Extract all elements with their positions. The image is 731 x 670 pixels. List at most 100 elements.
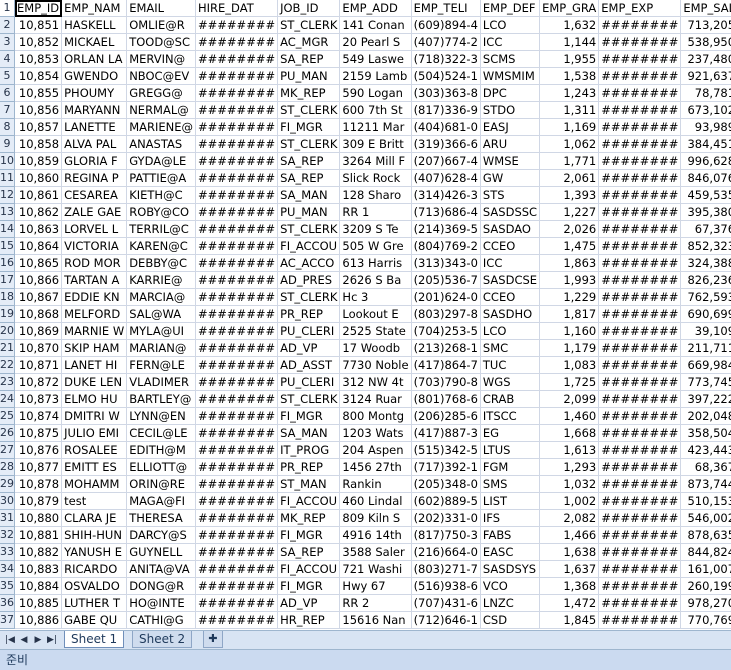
cell[interactable]: (201)624-0 [411, 288, 481, 306]
cell[interactable]: 1,062 [539, 135, 600, 153]
cell[interactable]: SHIH-HUN [61, 526, 128, 544]
cell[interactable]: VICTORIA [61, 237, 128, 255]
cell[interactable]: 1203 Wats [339, 424, 412, 442]
cell[interactable]: ######## [598, 50, 682, 68]
cell[interactable]: ANITA@VA [126, 560, 197, 578]
cell[interactable]: 10,858 [14, 135, 63, 153]
cell[interactable]: REGINA P [61, 169, 128, 187]
cell[interactable]: ######## [195, 254, 279, 272]
row-header[interactable]: 27 [0, 441, 15, 459]
cell[interactable]: ######## [195, 152, 279, 170]
row-header[interactable]: 30 [0, 492, 15, 510]
cell[interactable]: ######## [195, 220, 279, 238]
cell[interactable]: AD_VP [277, 594, 341, 612]
cell[interactable]: 10,872 [14, 373, 63, 391]
cell[interactable]: ######## [195, 50, 279, 68]
cell[interactable]: FI_MGR [277, 577, 341, 595]
cell[interactable]: ######## [598, 577, 682, 595]
cell[interactable]: (314)426-3 [411, 186, 481, 204]
cell[interactable]: 10,851 [14, 16, 63, 34]
column-header-cell[interactable]: EMP_EXP [598, 0, 682, 17]
cell[interactable]: LCO [480, 16, 541, 34]
cell[interactable]: 3588 Saler [339, 543, 412, 561]
cell[interactable]: (515)342-5 [411, 441, 481, 459]
cell[interactable]: 10,879 [14, 492, 63, 510]
cell[interactable]: RICARDO [61, 560, 128, 578]
cell[interactable]: SASDHO [480, 305, 541, 323]
cell[interactable]: LANET HI [61, 356, 128, 374]
row-header[interactable]: 34 [0, 560, 15, 578]
cell[interactable]: 39,109 [680, 322, 731, 340]
cell[interactable]: 613 Harris [339, 254, 412, 272]
cell[interactable]: FI_MGR [277, 118, 341, 136]
row-header[interactable]: 23 [0, 373, 15, 391]
cell[interactable]: 93,989 [680, 118, 731, 136]
cell[interactable]: ELLIOTT@ [126, 458, 197, 476]
cell[interactable]: 1,993 [539, 271, 600, 289]
cell[interactable]: FI_MGR [277, 407, 341, 425]
cell[interactable]: 10,853 [14, 50, 63, 68]
cell[interactable]: ######## [598, 16, 682, 34]
cell[interactable]: TOOD@SC [126, 33, 197, 51]
cell[interactable]: 10,862 [14, 203, 63, 221]
cell[interactable]: MARIAN@ [126, 339, 197, 357]
cell[interactable]: 10,860 [14, 169, 63, 187]
cell[interactable]: 590 Logan [339, 84, 412, 102]
cell[interactable]: 10,864 [14, 237, 63, 255]
row-header[interactable]: 7 [0, 101, 15, 119]
row-header[interactable]: 8 [0, 118, 15, 136]
column-header-cell[interactable]: EMP_ID [14, 0, 63, 17]
cell[interactable]: 721 Washi [339, 560, 412, 578]
cell[interactable]: 202,048 [680, 407, 731, 425]
cell[interactable]: ######## [598, 152, 682, 170]
cell[interactable]: ######## [598, 543, 682, 561]
cell[interactable]: SASDSYS [480, 560, 541, 578]
cell[interactable]: 312 NW 4t [339, 373, 412, 391]
cell[interactable]: CLARA JE [61, 509, 128, 527]
cell[interactable]: PR_REP [277, 458, 341, 476]
cell[interactable]: (313)343-0 [411, 254, 481, 272]
row-header[interactable]: 3 [0, 33, 15, 51]
cell[interactable]: 10,884 [14, 577, 63, 595]
cell[interactable]: 2,061 [539, 169, 600, 187]
cell[interactable]: ######## [195, 509, 279, 527]
tab-sheet-1[interactable]: Sheet 1 [64, 631, 125, 648]
insert-sheet-icon[interactable]: ✚ [203, 631, 223, 648]
cell[interactable]: THERESA [126, 509, 197, 527]
cell[interactable]: RR 2 [339, 594, 412, 612]
cell[interactable]: 505 W Gre [339, 237, 412, 255]
cell[interactable]: 10,885 [14, 594, 63, 612]
cell[interactable]: MELFORD [61, 305, 128, 323]
cell[interactable]: 204 Aspen [339, 441, 412, 459]
cell[interactable]: 1,771 [539, 152, 600, 170]
cell[interactable]: 10,855 [14, 84, 63, 102]
cell[interactable]: SASDSSC [480, 203, 541, 221]
cell[interactable]: ######## [598, 356, 682, 374]
cell[interactable]: 10,875 [14, 424, 63, 442]
cell[interactable]: ######## [598, 594, 682, 612]
cell[interactable]: 10,874 [14, 407, 63, 425]
cell[interactable]: (707)431-6 [411, 594, 481, 612]
row-header[interactable]: 28 [0, 458, 15, 476]
cell[interactable]: (804)769-2 [411, 237, 481, 255]
cell[interactable]: 846,076 [680, 169, 731, 187]
cell[interactable]: 1,293 [539, 458, 600, 476]
cell[interactable]: (712)646-1 [411, 611, 481, 629]
cell[interactable]: ######## [195, 424, 279, 442]
cell[interactable]: ######## [598, 373, 682, 391]
last-sheet-button[interactable]: ▶| [46, 633, 58, 647]
cell[interactable]: ROD MOR [61, 254, 128, 272]
cell[interactable]: ARU [480, 135, 541, 153]
cell[interactable]: 1,311 [539, 101, 600, 119]
cell[interactable]: (205)348-0 [411, 475, 481, 493]
cell[interactable]: FI_ACCOU [277, 560, 341, 578]
cell[interactable]: (303)363-8 [411, 84, 481, 102]
column-header-cell[interactable]: EMP_TELI [411, 0, 481, 17]
cell[interactable]: 358,504 [680, 424, 731, 442]
cell[interactable]: 211,711 [680, 339, 731, 357]
cell[interactable]: STS [480, 186, 541, 204]
row-header[interactable]: 13 [0, 203, 15, 221]
cell[interactable]: 1,863 [539, 254, 600, 272]
cell[interactable]: ######## [598, 390, 682, 408]
cell[interactable]: (407)774-2 [411, 33, 481, 51]
